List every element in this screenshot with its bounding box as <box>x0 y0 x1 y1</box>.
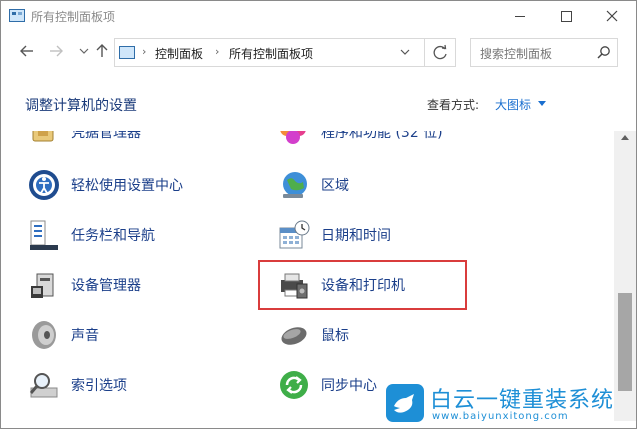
up-arrow-icon <box>96 44 108 57</box>
item-label: 凭据管理器 <box>71 131 141 141</box>
search-box[interactable]: 搜索控制面板 <box>470 38 618 67</box>
item-mouse[interactable]: 鼠标 <box>277 316 349 354</box>
close-icon <box>606 10 618 22</box>
item-label: 日期和时间 <box>321 228 391 244</box>
control-panel-app-icon <box>9 9 25 22</box>
item-sound[interactable]: 声音 <box>27 316 99 354</box>
breadcrumb-control-panel[interactable]: 控制面板 <box>155 45 203 62</box>
breadcrumb-all-items[interactable]: 所有控制面板项 <box>229 45 313 62</box>
item-taskbar-navigation[interactable]: 任务栏和导航 <box>27 216 155 254</box>
scroll-thumb[interactable] <box>618 293 632 391</box>
item-label: 轻松使用设置中心 <box>71 178 183 194</box>
vertical-scrollbar[interactable] <box>614 131 636 421</box>
close-button[interactable] <box>589 1 635 31</box>
bird-logo-icon <box>386 384 424 422</box>
item-label: 声音 <box>71 328 99 344</box>
forward-arrow-icon <box>50 45 63 57</box>
forward-button[interactable] <box>46 41 66 61</box>
page-title: 调整计算机的设置 <box>25 98 137 114</box>
watermark-logo: 白云一键重装系统 www.baiyunxitong.com <box>386 380 631 428</box>
item-sync-center[interactable]: 同步中心 <box>277 366 377 404</box>
back-button[interactable] <box>17 41 37 61</box>
item-ease-of-access[interactable]: 轻松使用设置中心 <box>27 166 183 204</box>
chevron-down-icon <box>79 48 89 54</box>
control-panel-window: 所有控制面板项 › 控制面板 › 所有控制面板项 搜索控制面板 调整计算机的设置… <box>0 0 637 429</box>
sync-center-icon <box>277 368 311 402</box>
ease-of-access-icon <box>27 168 61 202</box>
maximize-button[interactable] <box>543 1 589 31</box>
taskbar-navigation-icon <box>27 218 61 252</box>
item-label: 任务栏和导航 <box>71 228 155 244</box>
view-by-label: 查看方式: <box>427 98 480 112</box>
address-dropdown-button[interactable] <box>399 45 411 62</box>
refresh-icon <box>433 44 447 60</box>
device-manager-icon <box>27 268 61 302</box>
credential-manager-icon <box>27 131 61 149</box>
mouse-icon <box>277 318 311 352</box>
window-title: 所有控制面板项 <box>31 10 116 24</box>
page-header: 调整计算机的设置 查看方式: 大图标 <box>1 75 636 131</box>
item-label: 设备管理器 <box>71 278 141 294</box>
item-label: 鼠标 <box>321 328 349 344</box>
search-icon[interactable] <box>596 45 612 61</box>
view-by-dropdown-arrow-icon[interactable] <box>538 101 546 106</box>
region-globe-icon <box>277 168 311 202</box>
navigation-bar: › 控制面板 › 所有控制面板项 搜索控制面板 <box>1 31 636 75</box>
sound-speaker-icon <box>27 318 61 352</box>
date-time-icon <box>277 218 311 252</box>
indexing-options-icon <box>27 368 61 402</box>
item-label: 程序和功能 (32 位) <box>321 131 443 141</box>
item-programs-features[interactable]: 程序和功能 (32 位) <box>277 131 443 151</box>
item-label: 区域 <box>321 178 349 194</box>
search-placeholder: 搜索控制面板 <box>480 47 553 61</box>
breadcrumb-separator: › <box>215 45 220 58</box>
breadcrumb-separator: › <box>142 45 147 58</box>
refresh-button[interactable] <box>425 38 456 67</box>
title-bar[interactable]: 所有控制面板项 <box>1 1 636 31</box>
watermark-brand: 白云一键重装系统 <box>430 388 615 413</box>
item-label: 索引选项 <box>71 378 127 394</box>
address-bar[interactable]: › 控制面板 › 所有控制面板项 <box>114 38 425 67</box>
view-by-dropdown[interactable]: 大图标 <box>495 96 531 113</box>
item-region[interactable]: 区域 <box>277 166 349 204</box>
recent-locations-button[interactable] <box>74 41 94 61</box>
item-indexing-options[interactable]: 索引选项 <box>27 366 127 404</box>
item-credential-manager[interactable]: 凭据管理器 <box>27 131 141 151</box>
watermark-url: www.baiyunxitong.com <box>432 411 569 422</box>
back-arrow-icon <box>20 45 33 57</box>
item-date-time[interactable]: 日期和时间 <box>277 216 391 254</box>
item-label: 同步中心 <box>321 378 377 394</box>
scroll-up-arrow-icon[interactable] <box>621 135 629 140</box>
item-device-manager[interactable]: 设备管理器 <box>27 266 141 304</box>
highlight-box <box>258 260 467 310</box>
programs-features-icon <box>277 131 311 149</box>
control-panel-location-icon <box>119 46 135 59</box>
up-button[interactable] <box>92 41 112 61</box>
minimize-button[interactable] <box>497 1 543 31</box>
chevron-down-icon <box>400 49 410 55</box>
